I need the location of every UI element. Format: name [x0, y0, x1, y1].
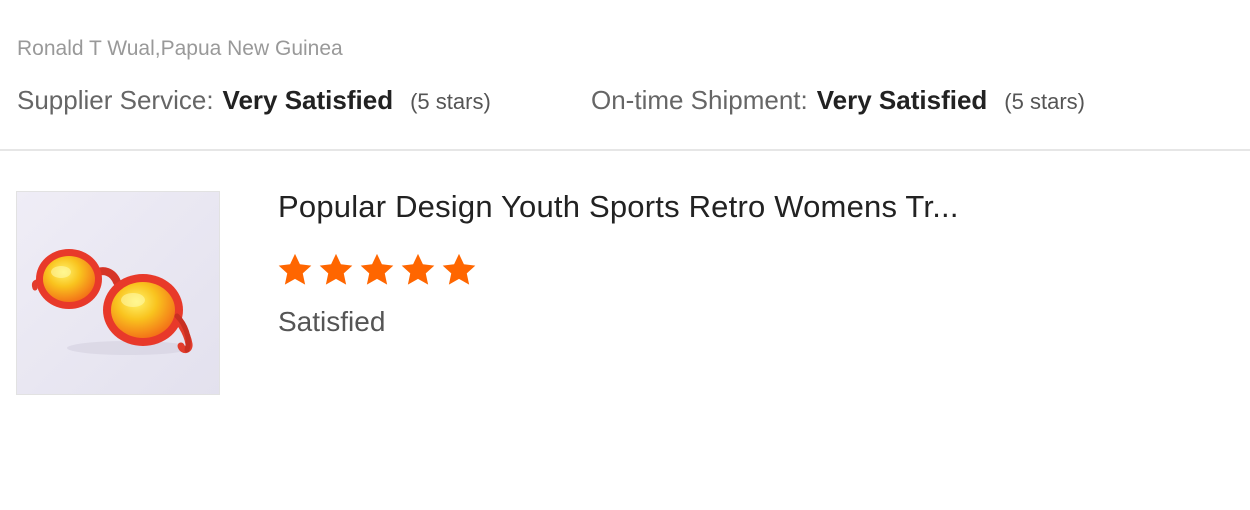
star-icon [442, 253, 476, 285]
supplier-service-rating: Supplier Service: Very Satisfied (5 star… [17, 85, 491, 116]
section-divider [0, 149, 1250, 151]
ontime-shipment-value: Very Satisfied [816, 85, 988, 115]
supplier-service-value: Very Satisfied [222, 85, 394, 115]
seller-ratings-row: Supplier Service: Very Satisfied (5 star… [17, 85, 1217, 119]
star-icon [278, 253, 312, 285]
reviewer-name-location: Ronald T Wual,Papua New Guinea [17, 37, 343, 60]
star-icon [319, 253, 353, 285]
product-feedback-text: Satisfied [278, 306, 386, 337]
ontime-shipment-label: On-time Shipment: [591, 85, 808, 115]
ontime-shipment-rating: On-time Shipment: Very Satisfied (5 star… [591, 85, 1085, 116]
product-star-rating [276, 251, 478, 289]
star-icon [360, 253, 394, 285]
supplier-service-label: Supplier Service: [17, 85, 214, 115]
supplier-service-stars: (5 stars) [410, 89, 491, 114]
star-icon [401, 253, 435, 285]
ontime-shipment-stars: (5 stars) [1004, 89, 1085, 114]
product-image[interactable] [16, 191, 220, 395]
sunglasses-product-image [17, 192, 219, 394]
product-title[interactable]: Popular Design Youth Sports Retro Womens… [278, 189, 959, 225]
